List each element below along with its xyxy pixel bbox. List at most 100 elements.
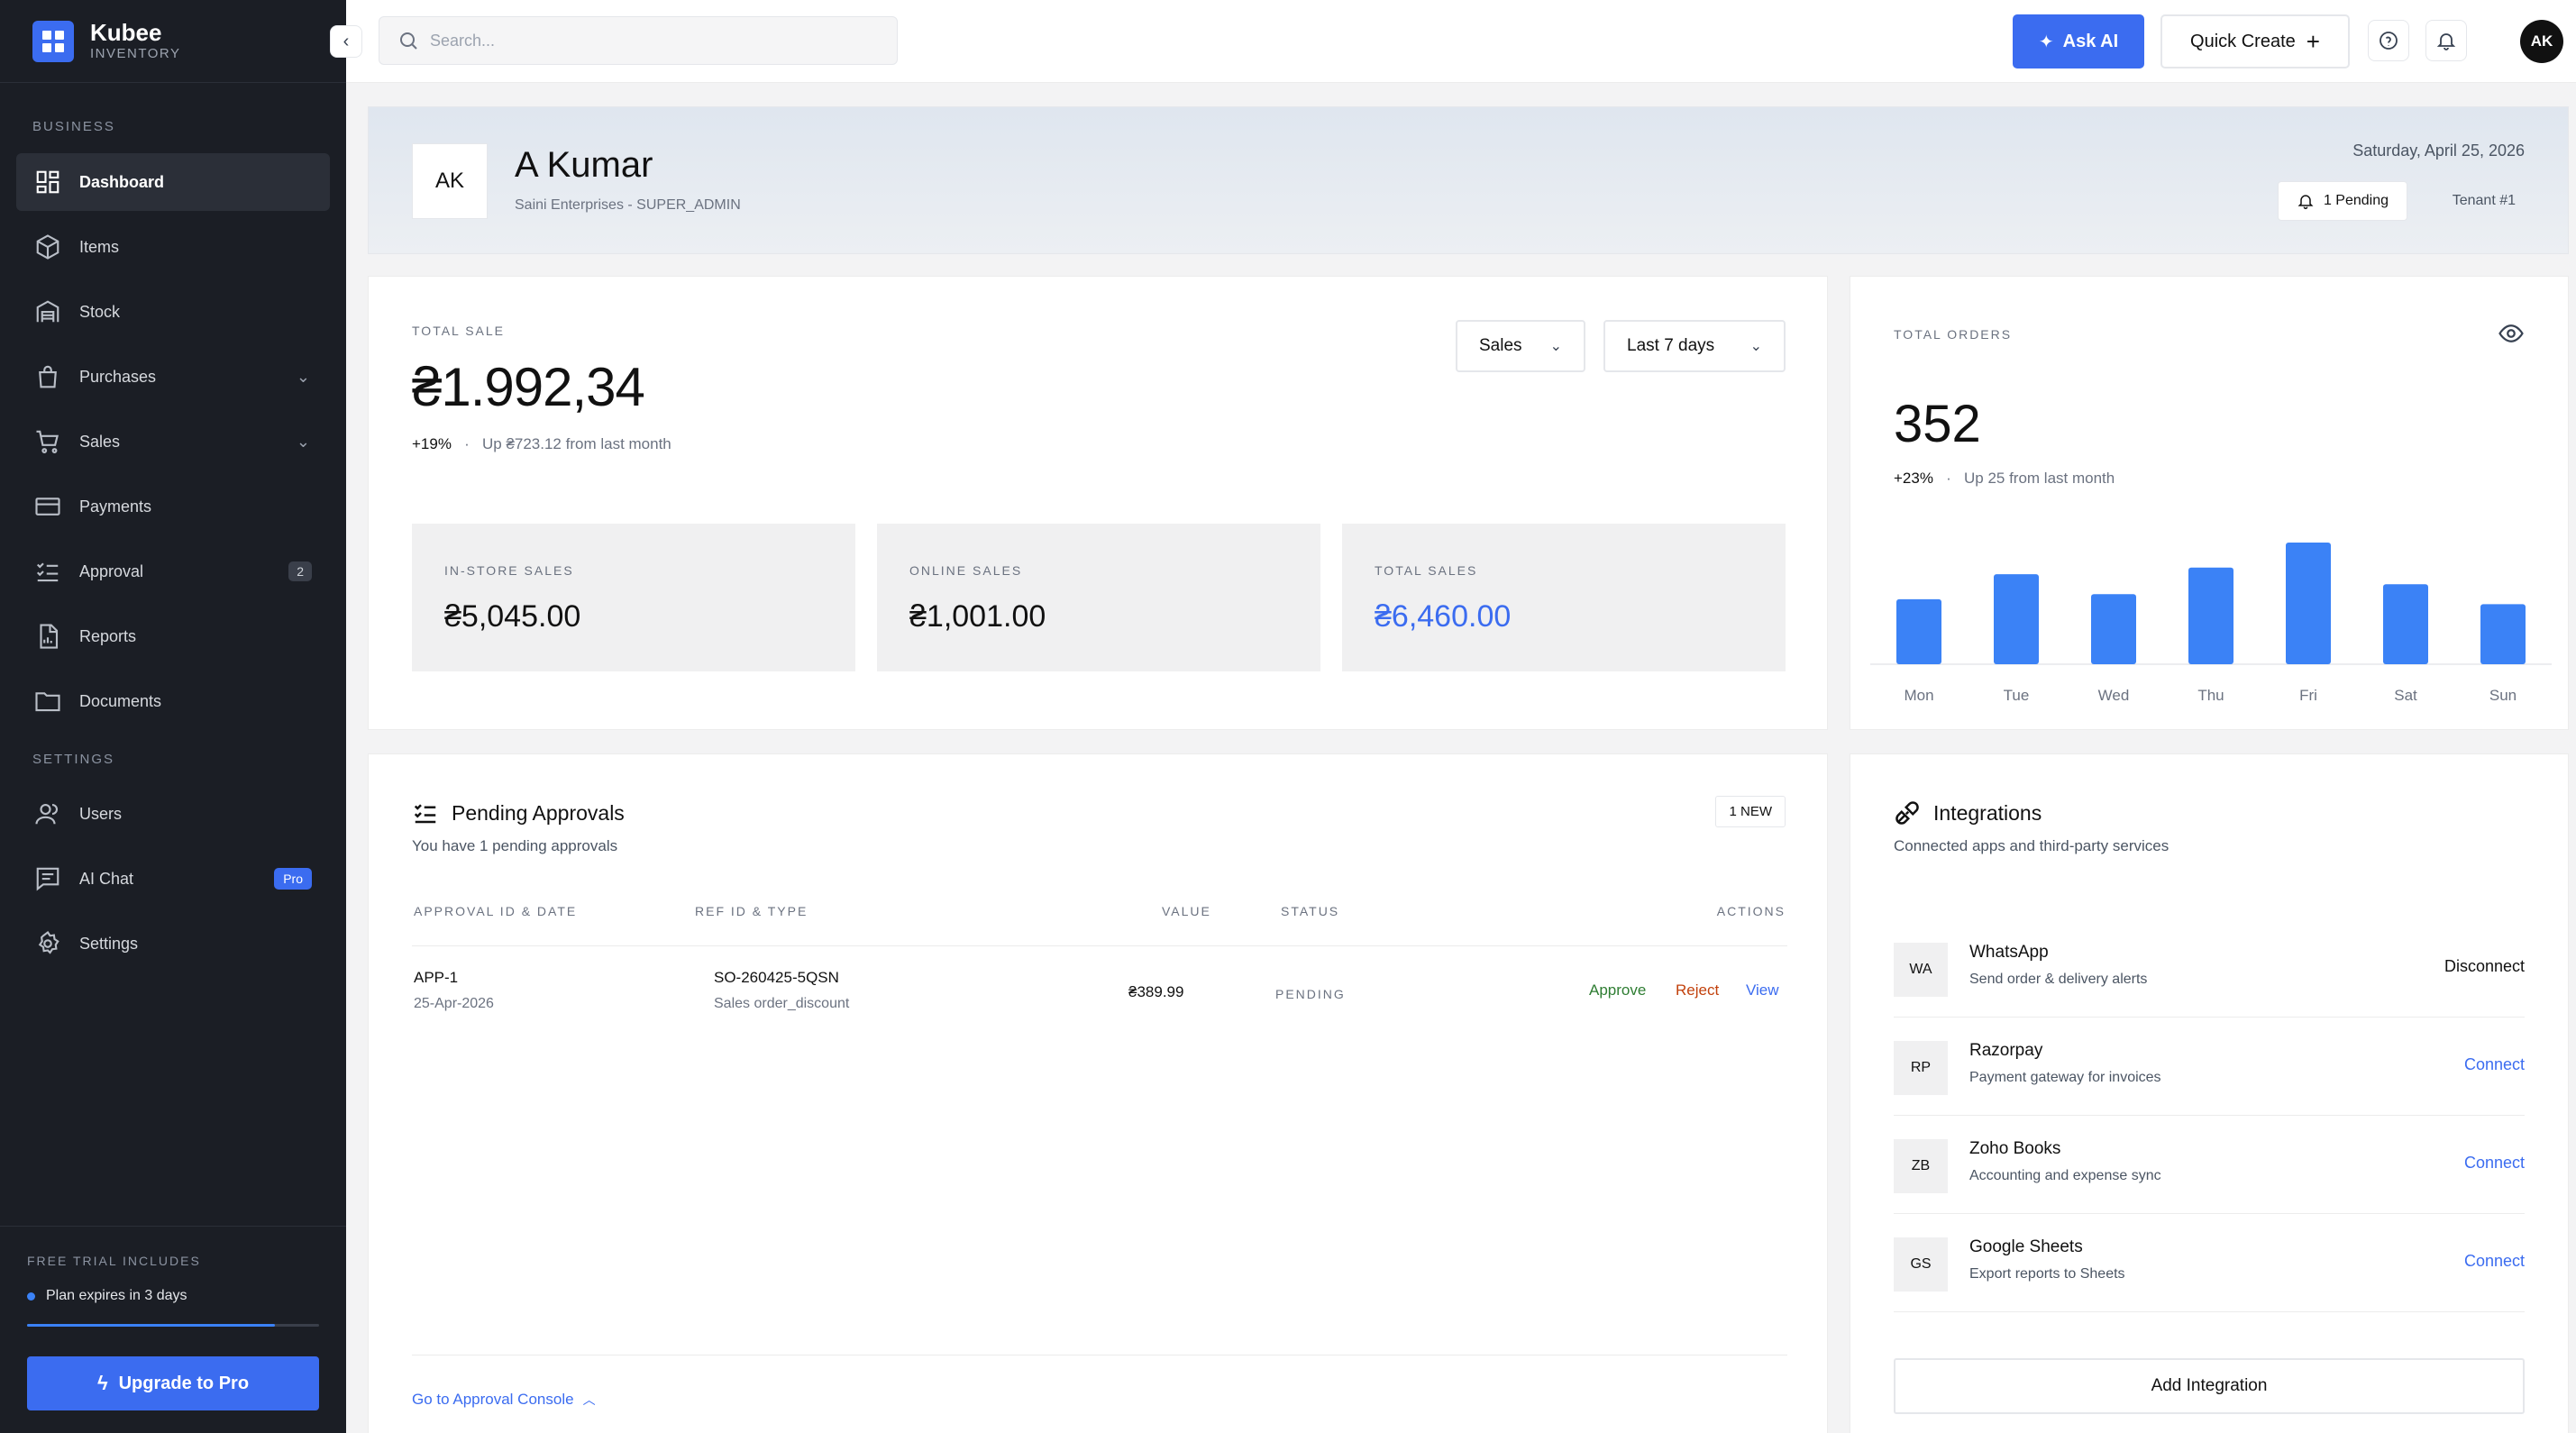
integrations-title-text: Integrations [1933,800,2042,825]
sidebar-item-label: Approval [79,561,144,580]
quick-create-label: Quick Create [2190,31,2296,51]
chevron-down-icon: ⌄ [296,367,310,386]
chart-bar-mon [1896,598,1941,664]
upgrade-label: Upgrade to Pro [118,1373,250,1393]
trial-panel: FREE TRIAL INCLUDES Plan expires in 3 da… [0,1226,346,1433]
current-date: Saturday, April 25, 2026 [2352,141,2525,160]
console-link-label: Go to Approval Console [412,1391,574,1408]
sidebar-item-label: AI Chat [79,869,134,888]
user-avatar[interactable]: AK [2520,20,2563,63]
trial-expiry: Plan expires in 3 days [46,1288,187,1303]
sidebar-item-dashboard[interactable]: Dashboard [16,153,330,211]
chart-bar-tue [1994,574,2039,664]
total-sale-delta: +19% · Up ₴723.12 from last month [412,435,671,453]
notifications-button[interactable] [2425,20,2467,61]
in-store-sales-box: IN-STORE SALES ₴5,045.00 [412,524,855,671]
orders-delta-percent: +23% [1894,470,1933,487]
approval-count-badge: 2 [288,561,312,581]
approval-console-link[interactable]: Go to Approval Console ︿ [412,1391,596,1409]
sidebar-item-users[interactable]: Users [16,785,330,843]
integration-description: Send order & delivery alerts [1969,972,2148,987]
search-icon [400,32,417,50]
status-badge: PENDING [1275,987,1346,1001]
gear-icon [38,930,59,954]
connect-button[interactable]: Connect [2464,1252,2525,1271]
users-icon [35,803,58,825]
orders-bar-chart: Mon Tue Wed Thu Fri Sat Sun [1870,542,2552,704]
add-integration-button[interactable]: Add Integration [1894,1358,2525,1414]
sale-type-select[interactable]: Sales ⌄ [1456,320,1585,372]
sidebar-item-payments[interactable]: Payments [16,478,330,535]
integration-row-google-sheets: GS Google Sheets Export reports to Sheet… [1894,1214,2525,1312]
reject-button[interactable]: Reject [1676,981,1719,999]
ref-type: Sales order_discount [714,996,850,1011]
sidebar-item-stock[interactable]: Stock [16,283,330,341]
connect-button[interactable]: Connect [2464,1154,2525,1173]
total-sales-value: ₴6,460.00 [1375,599,1512,634]
trial-progress-fill [27,1324,276,1327]
sidebar-item-sales[interactable]: Sales ⌄ [16,413,330,470]
total-sale-card: TOTAL SALE ₴1.992,34 +19% · Up ₴723.12 f… [368,276,1828,730]
box-icon [36,234,59,260]
sidebar-item-settings[interactable]: Settings [16,915,330,972]
report-icon [40,624,59,649]
total-sales-label: TOTAL SALES [1375,563,1478,578]
search-box[interactable] [379,16,898,65]
upgrade-button[interactable]: ϟ Upgrade to Pro [27,1356,319,1410]
sidebar-item-ai-chat[interactable]: AI Chat Pro [16,850,330,908]
chart-tick-label: Wed [2098,687,2130,704]
chat-icon [36,867,59,891]
checklist-icon [414,804,436,824]
help-button[interactable] [2368,20,2409,61]
chart-tick-label: Sun [2489,687,2517,704]
sidebar-item-reports[interactable]: Reports [16,607,330,665]
approvals-title-text: Pending Approvals [452,800,625,825]
search-input[interactable] [430,31,863,50]
disconnect-button[interactable]: Disconnect [2444,957,2525,976]
top-bar: ✦ Ask AI Quick Create + AK [346,0,2576,83]
sidebar-item-items[interactable]: Items [16,218,330,276]
chevron-left-icon: ‹ [343,31,350,51]
whatsapp-logo: WA [1894,943,1948,997]
ask-ai-button[interactable]: ✦ Ask AI [2013,14,2144,68]
delta-text: Up ₴723.12 from last month [481,435,671,452]
pending-button[interactable]: 1 Pending [2277,181,2407,221]
sidebar-item-label: Users [79,804,123,823]
integration-row-razorpay: RP Razorpay Payment gateway for invoices… [1894,1018,2525,1116]
total-sales-box: TOTAL SALES ₴6,460.00 [1342,524,1786,671]
sidebar-item-purchases[interactable]: Purchases ⌄ [16,348,330,406]
sidebar-collapse-button[interactable]: ‹ [330,25,362,58]
plug-icon [1895,801,1919,825]
brand[interactable]: Kubee INVENTORY [0,0,346,83]
connect-button[interactable]: Connect [2464,1055,2525,1074]
trial-label: FREE TRIAL INCLUDES [27,1254,201,1268]
approval-value: ₴389.99 [1128,983,1184,1000]
trial-dot-icon [27,1292,35,1301]
total-sale-label: TOTAL SALE [412,324,505,338]
in-store-label: IN-STORE SALES [444,563,574,578]
sidebar-item-label: Sales [79,432,121,451]
column-header: APPROVAL ID & DATE [414,904,578,918]
sparkle-icon: ✦ [2038,32,2054,52]
sidebar-item-label: Settings [79,934,139,953]
pro-badge: Pro [274,868,312,890]
eye-icon[interactable] [2498,320,2525,347]
integrations-subtitle: Connected apps and third-party services [1894,837,2170,854]
delta-percent: +19% [412,435,452,452]
quick-create-button[interactable]: Quick Create + [2160,14,2350,68]
sidebar-item-documents[interactable]: Documents [16,672,330,730]
trial-text: Plan expires in 3 days [27,1288,187,1304]
date-range-select[interactable]: Last 7 days ⌄ [1603,320,1786,372]
pending-approvals-card: Pending Approvals You have 1 pending app… [368,753,1828,1433]
column-header: VALUE [1162,904,1211,918]
profile-banner: AK A Kumar Saini Enterprises - SUPER_ADM… [368,106,2569,254]
chart-bar-fri [2286,542,2331,664]
trial-progress-bar [27,1324,319,1327]
chart-tick-label: Fri [2299,687,2317,704]
integration-description: Payment gateway for invoices [1969,1070,2161,1085]
approve-button[interactable]: Approve [1589,981,1646,999]
view-button[interactable]: View [1746,981,1779,999]
sidebar-item-approval[interactable]: Approval 2 [16,543,330,600]
bell-icon [2297,195,2314,210]
checklist-icon [36,562,59,582]
